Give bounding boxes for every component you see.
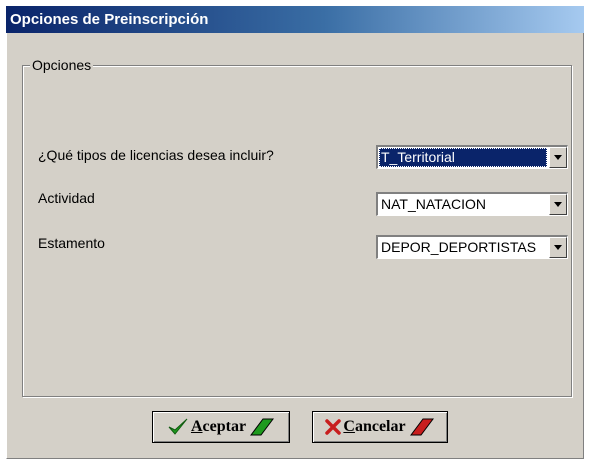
licencias-combobox-value: T_Territorial xyxy=(379,148,547,167)
cancelar-button[interactable]: Cancelar xyxy=(312,411,448,443)
aceptar-label: ceptar xyxy=(202,418,247,435)
checkmark-icon xyxy=(167,417,189,437)
green-parallelogram-icon xyxy=(249,418,275,436)
cross-icon xyxy=(325,419,342,435)
options-groupbox xyxy=(22,65,572,397)
aceptar-button[interactable]: Aceptar xyxy=(152,411,290,443)
cancelar-mnemonic: C xyxy=(343,418,355,435)
actividad-combobox-value: NAT_NATACION xyxy=(381,196,487,212)
dialog-window: Opciones de Preinscripción Opciones ¿Qué… xyxy=(0,0,594,470)
actividad-label: Actividad xyxy=(38,190,95,206)
licencias-combobox[interactable]: T_Territorial xyxy=(376,145,568,169)
estamento-combobox-value: DEPOR_DEPORTISTAS xyxy=(381,239,537,255)
red-parallelogram-icon xyxy=(409,418,435,436)
actividad-combobox[interactable]: NAT_NATACION xyxy=(376,192,568,216)
estamento-combobox[interactable]: DEPOR_DEPORTISTAS xyxy=(376,235,568,259)
cancelar-label: ancelar xyxy=(354,418,406,435)
options-groupbox-legend: Opciones xyxy=(30,56,94,74)
estamento-label: Estamento xyxy=(38,235,105,251)
actividad-dropdown-arrow-icon[interactable] xyxy=(549,194,567,215)
aceptar-mnemonic: A xyxy=(190,418,203,435)
estamento-dropdown-arrow-icon[interactable] xyxy=(549,237,567,258)
dialog-title: Opciones de Preinscripción xyxy=(6,6,584,33)
bottom-strip xyxy=(6,459,584,470)
licencias-label: ¿Qué tipos de licencias desea incluir? xyxy=(38,147,274,163)
licencias-dropdown-arrow-icon[interactable] xyxy=(549,147,567,168)
